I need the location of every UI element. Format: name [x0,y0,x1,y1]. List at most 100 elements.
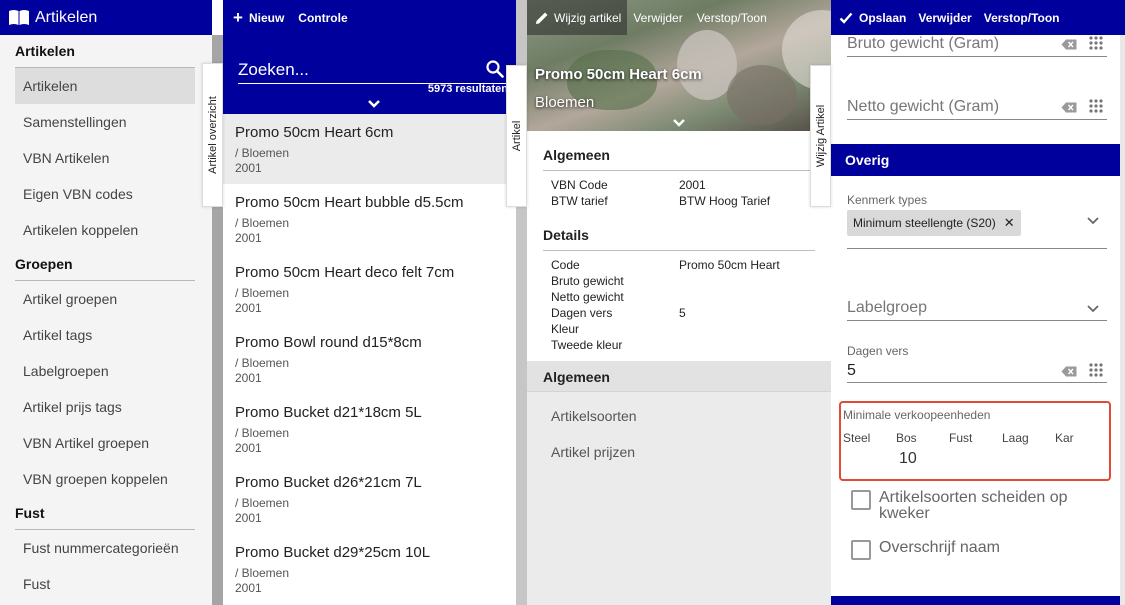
search-area: Zoeken... 5973 resultaten [223,35,516,114]
nav-item-artikelen[interactable]: Artikelen [15,68,195,104]
list-item[interactable]: Promo Bucket d26*21cm 7L / Bloemen 2001 [223,464,516,534]
nav-item-vbn-groepen-koppelen[interactable]: VBN groepen koppelen [0,461,195,497]
nav-item-fust[interactable]: Fust [0,566,195,602]
nav-section-artikelen: Artikelen [15,43,75,59]
save-button[interactable]: Opslaan [859,11,906,25]
checkbox-split-article-types[interactable]: Artikelsoorten scheiden op kweker [851,490,1089,522]
chevron-down-icon[interactable] [1087,305,1099,313]
nav-header[interactable]: Artikelen [0,0,212,35]
kenmerk-chip[interactable]: Minimum steellengte (S20) ✕ [847,210,1021,236]
toggle-visibility-button[interactable]: Verstop/Toon [697,11,767,25]
search-input[interactable]: Zoeken... [238,60,513,84]
chevron-down-icon[interactable] [367,99,381,109]
unit-steel[interactable]: Steel [843,431,896,445]
form-footer-bar [831,596,1121,605]
keypad-icon[interactable] [1089,363,1103,377]
unit-bos[interactable]: Bos [896,431,949,445]
netto-weight-field[interactable]: Netto gewicht (Gram) [847,98,1107,122]
link-artikelsoorten[interactable]: Artikelsoorten [527,398,831,434]
chevron-down-icon[interactable] [1087,217,1099,225]
detail-key: Netto gewicht [551,290,624,304]
detail-key: Code [551,258,580,272]
labelgroep-select[interactable]: Labelgroep [847,299,1107,317]
nav-item-artikel-prijs-tags[interactable]: Artikel prijs tags [0,389,195,425]
checkbox[interactable] [851,540,871,560]
list-item[interactable]: Promo 50cm Heart 6cm / Bloemen 2001 [223,114,516,184]
article-list: Promo 50cm Heart 6cm / Bloemen 2001 Prom… [223,114,516,604]
detail-card: Algemeen VBN Code 2001 BTW tarief BTW Ho… [527,131,831,361]
edit-article-button[interactable]: Wijzig artikel [527,0,628,35]
article-subtitle: Bloemen [535,94,595,111]
nav-item-vbn-artikel-groepen[interactable]: VBN Artikel groepen [0,425,195,461]
list-item-name: Promo 50cm Heart deco felt 7cm [235,264,455,281]
related-heading: Algemeen [527,361,831,392]
check-button[interactable]: Controle [298,11,347,25]
form-delete-button[interactable]: Verwijder [918,11,971,25]
app-title: Artikelen [35,8,98,26]
bruto-weight-field[interactable]: Bruto gewicht (Gram) [847,35,1107,59]
detail-row: Kleur [527,321,831,337]
keypad-icon[interactable] [1089,36,1103,50]
form-scrollbar[interactable] [1120,35,1125,605]
pencil-icon [536,12,548,24]
article-title: Promo 50cm Heart 6cm [535,66,702,83]
unit-fust[interactable]: Fust [949,431,1002,445]
min-sale-units-input[interactable]: 10 [899,450,917,468]
list-item-code: 2001 [235,371,262,385]
list-item[interactable]: Promo Bucket d29*25cm 10L / Bloemen 2001 [223,534,516,604]
check-icon[interactable] [839,12,853,24]
list-item[interactable]: Promo 50cm Heart bubble d5.5cm / Bloemen… [223,184,516,254]
min-sale-units-field[interactable]: Minimale verkoopeenheden Steel Bos Fust … [839,401,1111,481]
unit-tabs: Steel Bos Fust Laag Kar [843,431,1108,445]
chevron-down-icon[interactable] [672,118,686,128]
search-icon[interactable] [486,60,504,78]
delete-button[interactable]: Verwijder [633,11,682,25]
list-item-category: / Bloemen [235,146,290,160]
nav-item-samenstellingen[interactable]: Samenstellingen [0,104,195,140]
checkbox-override-name[interactable]: Overschrijf naam [851,540,1089,560]
kenmerk-types-field[interactable]: Kenmerk types Minimum steellengte (S20) … [847,193,1107,257]
nav-item-artikel-tags[interactable]: Artikel tags [0,317,195,353]
details-heading: Details [543,227,589,243]
list-item[interactable]: Promo Bowl round d15*8cm / Bloemen 2001 [223,324,516,394]
backspace-icon[interactable] [1061,366,1077,377]
list-item-name: Promo Bucket d29*25cm 10L [235,544,431,561]
overig-section-header: Overig [831,144,1121,176]
backspace-icon[interactable] [1061,39,1077,50]
unit-kar[interactable]: Kar [1055,431,1108,445]
tab-artikel[interactable]: Artikel [506,65,527,207]
dagen-vers-field[interactable]: Dagen vers 5 [847,344,1107,384]
detail-value: 2001 [679,178,706,192]
nav-item-fust-nummercategorieen[interactable]: Fust nummercategorieën [0,530,195,566]
checkbox[interactable] [851,490,871,510]
min-sale-units-label: Minimale verkoopeenheden [843,408,991,422]
close-icon[interactable]: ✕ [1004,215,1015,231]
tab-artikel-label: Artikel [510,120,523,152]
nav-item-vbn-artikelen[interactable]: VBN Artikelen [0,140,195,176]
nav-section-fust: Fust [15,505,45,521]
plus-icon[interactable]: + [233,8,243,28]
nav-item-artikel-groepen[interactable]: Artikel groepen [0,281,195,317]
nav-item-eigen-vbn-codes[interactable]: Eigen VBN codes [0,176,195,212]
list-item-code: 2001 [235,301,262,315]
list-item-category: / Bloemen [235,426,290,440]
detail-value: Promo 50cm Heart [679,258,780,272]
new-button[interactable]: Nieuw [249,11,284,25]
list-item[interactable]: Promo 50cm Heart deco felt 7cm / Bloemen… [223,254,516,324]
result-count: 5973 resultaten [427,83,508,95]
nav-item-labelgroepen[interactable]: Labelgroepen [0,353,195,389]
list-item[interactable]: Promo Bucket d21*18cm 5L / Bloemen 2001 [223,394,516,464]
backspace-icon[interactable] [1061,102,1077,113]
dagen-vers-label: Dagen vers [847,344,909,358]
tab-wijzig-artikel-label: Wijzig Artikel [814,104,827,168]
link-artikel-prijzen[interactable]: Artikel prijzen [527,434,831,470]
form-toggle-visibility-button[interactable]: Verstop/Toon [984,11,1060,25]
tab-artikel-overzicht[interactable]: Artikel overzicht [202,63,223,207]
keypad-icon[interactable] [1089,99,1103,113]
tab-wijzig-artikel[interactable]: Wijzig Artikel [810,65,831,207]
unit-laag[interactable]: Laag [1002,431,1055,445]
list-item-category: / Bloemen [235,496,290,510]
labelgroep-field[interactable]: Labelgroep [847,299,1107,323]
nav-item-artikelen-koppelen[interactable]: Artikelen koppelen [0,212,195,248]
list-item-name: Promo Bucket d26*21cm 7L [235,474,422,491]
